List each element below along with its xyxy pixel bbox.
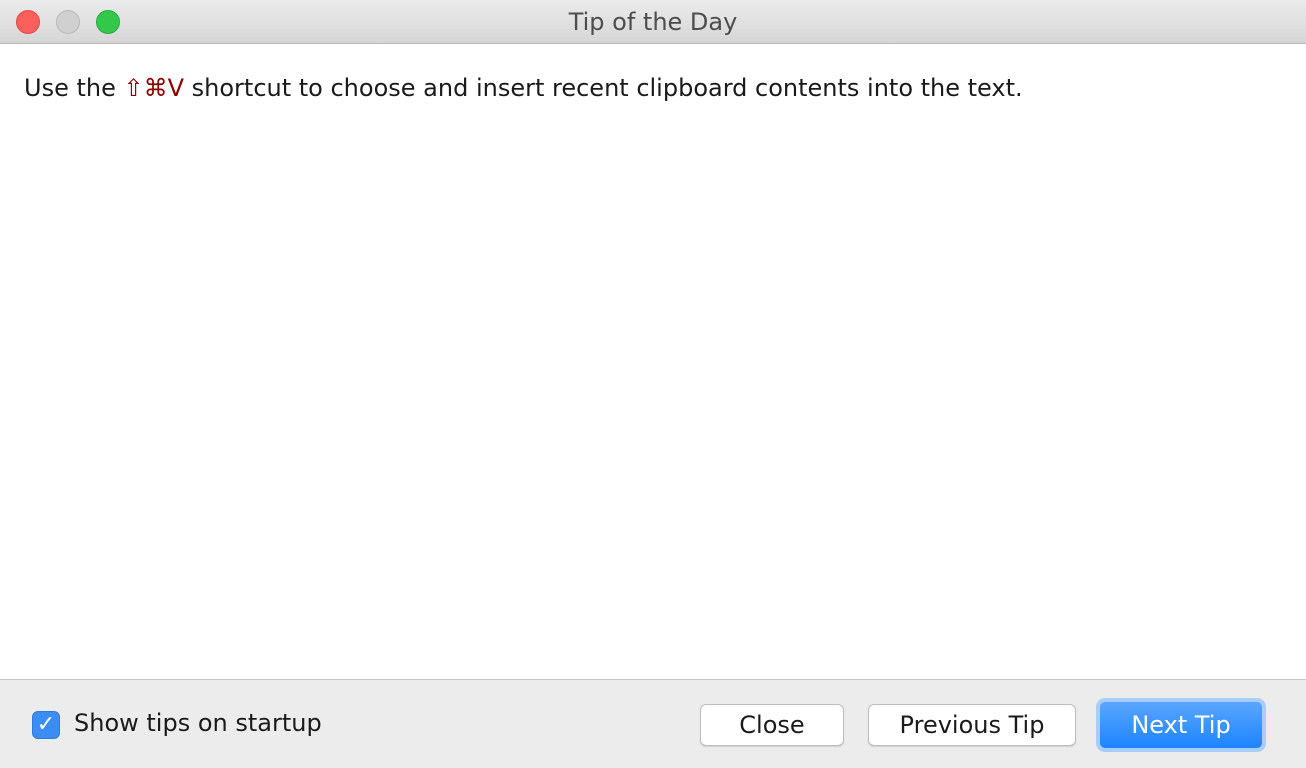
close-button[interactable]: Close — [700, 704, 844, 746]
tip-text-suffix: shortcut to choose and insert recent cli… — [184, 74, 1023, 102]
tip-shortcut: ⇧⌘V — [123, 74, 185, 102]
show-tips-checkbox[interactable]: ✓ — [32, 711, 60, 739]
tip-text: Use the ⇧⌘V shortcut to choose and inser… — [24, 74, 1023, 102]
tip-content-area: Use the ⇧⌘V shortcut to choose and inser… — [0, 44, 1306, 680]
show-tips-label[interactable]: Show tips on startup — [74, 709, 322, 737]
next-tip-button[interactable]: Next Tip — [1096, 698, 1266, 752]
title-bar[interactable]: Tip of the Day — [0, 0, 1306, 44]
previous-tip-button[interactable]: Previous Tip — [868, 704, 1076, 746]
window-title: Tip of the Day — [568, 8, 738, 36]
tip-of-the-day-window: Tip of the Day Use the ⇧⌘V shortcut to c… — [0, 0, 1306, 768]
tip-text-prefix: Use the — [24, 74, 124, 102]
dialog-footer: ✓ Show tips on startup Close Previous Ti… — [0, 681, 1306, 768]
